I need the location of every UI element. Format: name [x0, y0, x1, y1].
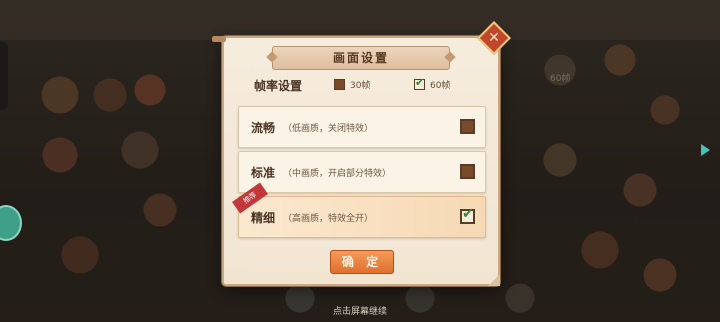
quality-option-name: 精细	[251, 211, 276, 225]
tap-to-continue-hint: 点击屏幕继续	[332, 307, 387, 317]
confirm-button[interactable]: 确 定	[330, 250, 394, 274]
quality-option-fine[interactable]: 推荐 精细 （高画质，特效全开）	[232, 182, 486, 238]
fps-30-label: 30帧	[350, 81, 371, 91]
fps-option-60[interactable]: 60帧	[414, 76, 451, 91]
graphics-settings-dialog: 画面设置 ✕ 帧率设置 30帧 60帧 流畅 （低画质，关闭特效） 标准 （中画…	[212, 21, 511, 286]
quality-option-desc: （高画质，特效全开）	[283, 214, 374, 224]
fps-60-checkbox[interactable]	[414, 76, 425, 90]
fps-setting-row: 帧率设置 30帧 60帧	[224, 76, 498, 98]
quality-option-desc: （中画质，开启部分特效）	[283, 169, 392, 179]
dialog-corner-decoration	[212, 36, 226, 42]
quality-option-desc: （低画质，关闭特效）	[283, 124, 374, 134]
quality-option-name: 流畅	[251, 121, 276, 135]
play-arrow-icon	[701, 144, 710, 156]
quality-option-standard[interactable]: 标准 （中画质，开启部分特效）	[238, 151, 486, 193]
dialog-title: 画面设置	[272, 46, 450, 70]
fps-option-30[interactable]: 30帧	[334, 78, 370, 91]
fps-label: 帧率设置	[254, 79, 303, 93]
quality-option-smooth[interactable]: 流畅 （低画质，关闭特效）	[238, 106, 486, 148]
quality-fine-checkbox[interactable]	[460, 206, 475, 224]
quality-standard-checkbox[interactable]	[460, 164, 475, 179]
fps-30-checkbox[interactable]	[334, 79, 345, 90]
dialog-corner-fold	[488, 274, 500, 286]
quality-smooth-checkbox[interactable]	[460, 119, 475, 134]
left-side-handle	[0, 42, 8, 110]
close-icon: ✕	[488, 30, 500, 46]
fps-60-label: 60帧	[430, 81, 451, 91]
quality-option-name: 标准	[251, 166, 276, 180]
